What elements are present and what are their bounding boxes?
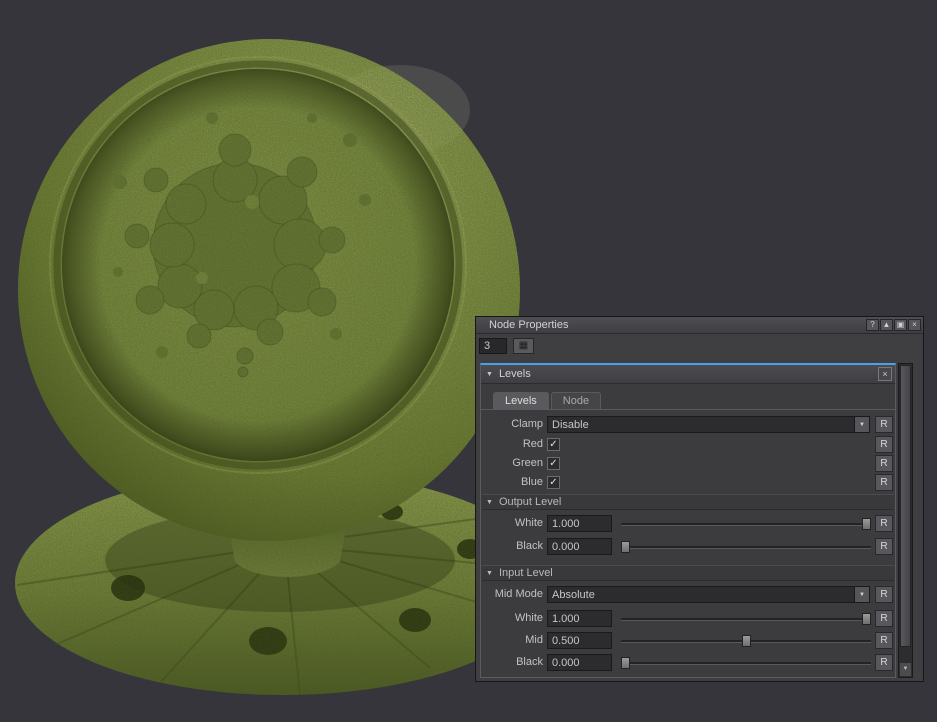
slider-handle[interactable] <box>862 518 871 530</box>
levels-node-frame: ▼ Levels × Levels Node Clamp Disable ▼ R… <box>480 363 896 678</box>
red-label: Red <box>481 438 543 450</box>
green-row: Green ✓ R <box>481 455 895 473</box>
slider-handle[interactable] <box>862 613 871 625</box>
clamp-dropdown-value: Disable <box>548 417 854 432</box>
input-mid-slider[interactable] <box>621 632 871 649</box>
grass-noise-overlay <box>15 39 551 695</box>
slider-track <box>621 662 871 665</box>
output-black-label: Black <box>481 540 543 552</box>
check-icon: ✓ <box>549 477 557 488</box>
input-white-field[interactable]: 1.000 <box>547 610 612 627</box>
scrollbar-thumb[interactable] <box>900 365 911 647</box>
clamp-label: Clamp <box>481 418 543 430</box>
output-white-label: White <box>481 517 543 529</box>
blue-checkbox[interactable]: ✓ <box>547 476 560 489</box>
red-reset-button[interactable]: R <box>875 436 893 453</box>
red-checkbox[interactable]: ✓ <box>547 438 560 451</box>
check-icon: ✓ <box>549 439 557 450</box>
check-icon: ✓ <box>549 458 557 469</box>
section-title: Input Level <box>499 567 553 579</box>
mid-mode-dropdown[interactable]: Absolute ▼ <box>547 586 870 603</box>
slider-track <box>621 618 871 621</box>
triangle-down-icon: ▼ <box>486 570 493 577</box>
mid-mode-label: Mid Mode <box>481 588 543 600</box>
input-black-slider[interactable] <box>621 654 871 671</box>
mid-mode-dropdown-value: Absolute <box>548 587 854 602</box>
input-white-slider[interactable] <box>621 610 871 627</box>
input-mid-field[interactable]: 0.500 <box>547 632 612 649</box>
red-row: Red ✓ R <box>481 436 895 454</box>
blue-row: Blue ✓ R <box>481 474 895 492</box>
input-white-label: White <box>481 612 543 624</box>
green-label: Green <box>481 457 543 469</box>
scroll-down-button[interactable]: ▼ <box>900 663 911 676</box>
slider-track <box>621 523 871 526</box>
output-white-slider[interactable] <box>621 515 871 532</box>
tab-levels[interactable]: Levels <box>493 392 549 410</box>
node-name: Levels <box>499 368 878 380</box>
grid-icon: ▦ <box>519 340 528 351</box>
slider-handle[interactable] <box>621 541 630 553</box>
output-black-reset-button[interactable]: R <box>875 538 893 555</box>
input-level-header[interactable]: ▼ Input Level <box>482 565 894 581</box>
input-mid-label: Mid <box>481 634 543 646</box>
node-properties-panel: Node Properties ? ▲ ▣ × 3 ▦ ▼ Levels × L… <box>475 316 924 682</box>
slider-track <box>621 546 871 549</box>
chevron-down-icon[interactable]: ▼ <box>854 587 869 602</box>
node-close-button[interactable]: × <box>878 367 892 381</box>
input-white-row: White 1.000 R <box>481 610 895 628</box>
mid-mode-reset-button[interactable]: R <box>875 586 893 603</box>
tabs-divider <box>481 409 895 410</box>
slider-handle[interactable] <box>742 635 751 647</box>
mid-mode-row: Mid Mode Absolute ▼ R <box>481 586 895 604</box>
output-white-reset-button[interactable]: R <box>875 515 893 532</box>
panel-titlebar[interactable]: Node Properties ? ▲ ▣ × <box>476 317 923 334</box>
clamp-dropdown[interactable]: Disable ▼ <box>547 416 870 433</box>
output-level-header[interactable]: ▼ Output Level <box>482 494 894 510</box>
blue-label: Blue <box>481 476 543 488</box>
chevron-down-icon[interactable]: ▼ <box>854 417 869 432</box>
clamp-reset-button[interactable]: R <box>875 416 893 433</box>
help-icon[interactable]: ? <box>866 319 879 331</box>
panel-title: Node Properties <box>489 319 865 331</box>
maximize-icon[interactable]: ▣ <box>894 319 907 331</box>
close-icon[interactable]: × <box>908 319 921 331</box>
node-options-button[interactable]: ▦ <box>513 338 534 354</box>
clamp-row: Clamp Disable ▼ R <box>481 416 895 434</box>
input-black-field[interactable]: 0.000 <box>547 654 612 671</box>
output-white-field[interactable]: 1.000 <box>547 515 612 532</box>
triangle-down-icon: ▼ <box>486 499 493 506</box>
property-tabs: Levels Node <box>493 392 603 410</box>
blue-reset-button[interactable]: R <box>875 474 893 491</box>
output-black-row: Black 0.000 R <box>481 538 895 556</box>
output-black-field[interactable]: 0.000 <box>547 538 612 555</box>
input-white-reset-button[interactable]: R <box>875 610 893 627</box>
input-black-reset-button[interactable]: R <box>875 654 893 671</box>
node-index-field[interactable]: 3 <box>479 338 507 354</box>
output-black-slider[interactable] <box>621 538 871 555</box>
tab-node[interactable]: Node <box>551 392 601 410</box>
triangle-down-icon: ▼ <box>903 666 909 672</box>
input-mid-reset-button[interactable]: R <box>875 632 893 649</box>
output-white-row: White 1.000 R <box>481 515 895 533</box>
triangle-down-icon[interactable]: ▼ <box>486 371 493 378</box>
slider-handle[interactable] <box>621 657 630 669</box>
green-reset-button[interactable]: R <box>875 455 893 472</box>
panel-scrollbar[interactable]: ▼ <box>898 363 913 678</box>
green-checkbox[interactable]: ✓ <box>547 457 560 470</box>
input-black-row: Black 0.000 R <box>481 654 895 672</box>
rollup-icon[interactable]: ▲ <box>880 319 893 331</box>
levels-node-header[interactable]: ▼ Levels × <box>481 365 895 384</box>
section-title: Output Level <box>499 496 561 508</box>
input-black-label: Black <box>481 656 543 668</box>
input-mid-row: Mid 0.500 R <box>481 632 895 650</box>
